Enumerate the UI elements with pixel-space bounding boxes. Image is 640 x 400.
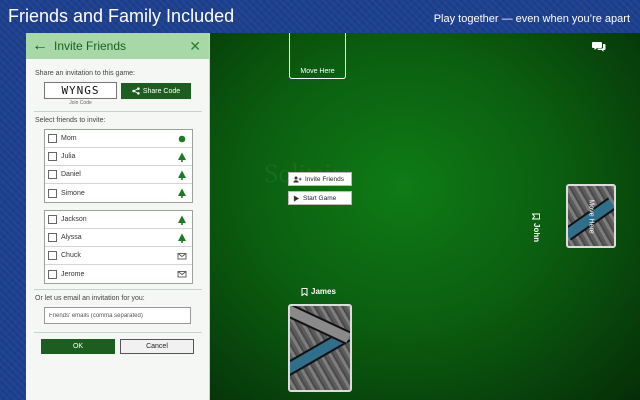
start-game-label: Start Game	[303, 194, 337, 202]
friend-checkbox[interactable]	[48, 269, 57, 279]
join-code-caption: Join Code	[69, 100, 92, 106]
friend-name: Daniel	[61, 171, 81, 178]
panel-header: ← Invite Friends ✕	[26, 33, 209, 59]
player-card-bottom[interactable]	[288, 304, 352, 392]
tree-icon	[178, 188, 186, 198]
friend-checkbox[interactable]	[48, 152, 57, 161]
friend-name: Julia	[61, 153, 76, 160]
friend-row-chuck[interactable]: Chuck	[45, 247, 192, 265]
player-right: John	[532, 213, 541, 242]
online-dot	[178, 135, 186, 143]
share-invitation-label: Share an invitation to this game:	[35, 70, 136, 77]
invite-friends-button[interactable]: Invite Friends	[288, 172, 352, 186]
app-title: Friends and Family Included	[8, 6, 235, 26]
friends-list-primary: Mom Julia Daniel Simone	[44, 129, 193, 203]
move-here-label: Move Here	[587, 198, 595, 234]
friend-row-jerome[interactable]: Jerome	[45, 265, 192, 283]
friend-name: Jerome	[61, 270, 85, 278]
tree-icon	[178, 233, 186, 243]
divider	[34, 332, 202, 333]
friend-checkbox[interactable]	[48, 215, 57, 224]
friend-row-julia[interactable]: Julia	[45, 148, 192, 166]
friend-checkbox[interactable]	[48, 134, 57, 143]
friend-name: Mom	[61, 135, 77, 142]
move-here-slot-top[interactable]: Move Here	[289, 33, 346, 79]
divider	[34, 289, 202, 290]
player-card-right[interactable]: Move Here	[566, 184, 616, 248]
player-name: John	[532, 223, 541, 243]
friends-list-secondary: Jackson Alyssa Chuck Jerome	[44, 210, 193, 284]
chat-icon[interactable]	[592, 41, 606, 52]
friend-row-daniel[interactable]: Daniel	[45, 166, 192, 184]
join-code-box: WYNGS	[44, 82, 117, 99]
envelope-icon	[177, 271, 187, 278]
bookmark-icon	[301, 287, 308, 296]
friend-name: Chuck	[61, 252, 81, 259]
share-icon	[132, 87, 140, 95]
play-icon	[293, 194, 300, 202]
arrow-left-icon[interactable]: ←	[32, 38, 48, 54]
friend-checkbox[interactable]	[48, 170, 57, 179]
start-game-button[interactable]: Start Game	[288, 191, 352, 205]
bookmark-icon	[532, 213, 541, 220]
divider	[34, 111, 202, 112]
ok-button[interactable]: OK	[41, 339, 115, 354]
friend-checkbox[interactable]	[48, 251, 57, 260]
friend-name: Simone	[61, 189, 85, 197]
invite-friends-panel: ← Invite Friends ✕ Share an invitation t…	[26, 33, 210, 400]
player-bottom: James	[301, 287, 336, 296]
friend-name: Alyssa	[61, 234, 82, 241]
move-here-right-overlay: Move Here	[568, 186, 614, 246]
invite-friends-label: Invite Friends	[305, 175, 345, 183]
close-icon[interactable]: ✕	[189, 38, 201, 55]
friend-name: Jackson	[61, 216, 87, 223]
move-here-label: Move Here	[300, 68, 335, 75]
friend-row-alyssa[interactable]: Alyssa	[45, 229, 192, 247]
tree-icon	[178, 170, 186, 180]
friends-email-input[interactable]	[44, 307, 191, 324]
app-tagline: Play together — even when you’re apart	[433, 13, 630, 25]
panel-title: Invite Friends	[54, 39, 127, 53]
player-name: James	[311, 287, 336, 296]
email-invitation-label: Or let us email an invitation for you:	[35, 295, 145, 302]
share-code-label: Share Code	[142, 87, 181, 95]
tree-icon	[178, 152, 186, 162]
game-table[interactable]: Move Here Solitaire Invite Friends Start…	[210, 33, 640, 400]
select-friends-label: Select friends to invite:	[35, 117, 106, 124]
friend-checkbox[interactable]	[48, 188, 57, 198]
add-user-icon	[293, 176, 302, 182]
share-code-button[interactable]: Share Code	[121, 83, 191, 99]
tree-icon	[178, 215, 186, 225]
friend-row-jackson[interactable]: Jackson	[45, 211, 192, 229]
friend-row-mom[interactable]: Mom	[45, 130, 192, 148]
envelope-icon	[177, 253, 187, 260]
friend-checkbox[interactable]	[48, 233, 57, 242]
cancel-button[interactable]: Cancel	[120, 339, 194, 354]
friend-row-simone[interactable]: Simone	[45, 184, 192, 202]
